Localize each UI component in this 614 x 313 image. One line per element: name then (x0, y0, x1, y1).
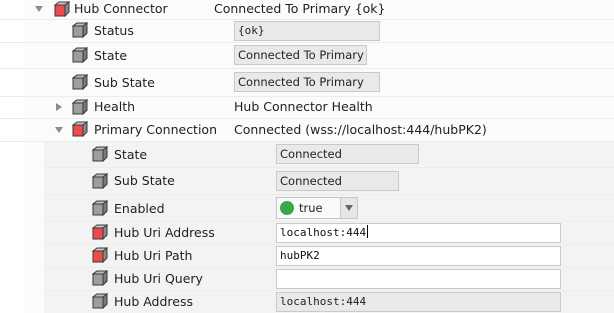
grey-cube-icon (92, 200, 108, 216)
state-label: State (94, 48, 128, 63)
hub-uri-query-label: Hub Uri Query (114, 271, 203, 286)
pc-sub-state-label: Sub State (114, 173, 175, 188)
row-pc-state: State Connected (44, 142, 614, 168)
hub-connector-value: Connected To Primary {ok} (214, 1, 386, 16)
state-field: Connected To Primary (234, 45, 367, 65)
hub-uri-address-input[interactable]: localhost:444 (276, 223, 561, 243)
status-label: Status (94, 23, 134, 38)
row-hub-uri-address: Hub Uri Address localhost:444 (44, 222, 614, 245)
red-cube-icon (92, 224, 108, 240)
hub-connector-label: Hub Connector (74, 1, 168, 16)
grey-cube-icon (72, 74, 88, 90)
row-hub-connector: Hub Connector Connected To Primary {ok} (0, 0, 614, 20)
sub-state-label: Sub State (94, 75, 155, 90)
row-hub-uri-path: Hub Uri Path hubPK2 (44, 245, 614, 268)
expand-right-icon[interactable] (54, 102, 64, 112)
grey-cube-icon (92, 173, 108, 189)
row-health: Health Hub Connector Health (0, 97, 614, 119)
hub-uri-query-input[interactable] (276, 269, 561, 289)
row-pc-sub-state: Sub State Connected (44, 168, 614, 195)
hub-uri-path-label: Hub Uri Path (114, 248, 193, 263)
grey-cube-icon (92, 293, 108, 309)
row-primary-connection: Primary Connection Connected (wss://loca… (0, 119, 614, 142)
expand-down-icon[interactable] (34, 4, 44, 14)
red-cube-icon (72, 121, 88, 137)
pc-state-field: Connected (276, 144, 419, 164)
red-cube-icon (92, 247, 108, 263)
hub-address-label: Hub Address (114, 294, 194, 309)
row-status: Status {ok} (0, 20, 614, 43)
pc-sub-state-field: Connected (276, 171, 399, 191)
row-hub-uri-query: Hub Uri Query (44, 268, 614, 291)
hub-address-field: localhost:444 (276, 292, 561, 312)
pc-state-label: State (114, 147, 148, 162)
row-sub-state: Sub State Connected To Primary (0, 69, 614, 97)
grey-cube-icon (72, 99, 88, 115)
enabled-select-value: true (299, 201, 323, 215)
grey-cube-icon (72, 47, 88, 63)
status-field: {ok} (234, 21, 380, 41)
health-label: Health (94, 99, 136, 114)
health-value: Hub Connector Health (234, 99, 373, 114)
row-pc-enabled: Enabled true (44, 195, 614, 222)
hub-uri-path-input[interactable]: hubPK2 (276, 246, 561, 266)
enabled-select[interactable]: true (276, 197, 358, 219)
primary-connection-label: Primary Connection (94, 122, 218, 137)
hub-uri-address-label: Hub Uri Address (114, 225, 215, 240)
row-hub-address: Hub Address localhost:444 (44, 291, 614, 313)
grey-cube-icon (72, 22, 88, 38)
sub-state-field: Connected To Primary (234, 72, 380, 92)
chevron-down-icon[interactable] (340, 198, 357, 218)
hub-uri-address-value: localhost:444 (280, 226, 367, 239)
grey-cube-icon (92, 146, 108, 162)
primary-connection-value: Connected (wss://localhost:444/hubPK2) (234, 122, 487, 137)
grey-cube-icon (92, 270, 108, 286)
pc-enabled-label: Enabled (114, 201, 165, 216)
row-state: State Connected To Primary (0, 43, 614, 69)
text-caret (367, 225, 369, 238)
status-dot-icon (280, 201, 294, 215)
red-cube-icon (54, 1, 70, 17)
expand-down-icon[interactable] (54, 125, 64, 135)
